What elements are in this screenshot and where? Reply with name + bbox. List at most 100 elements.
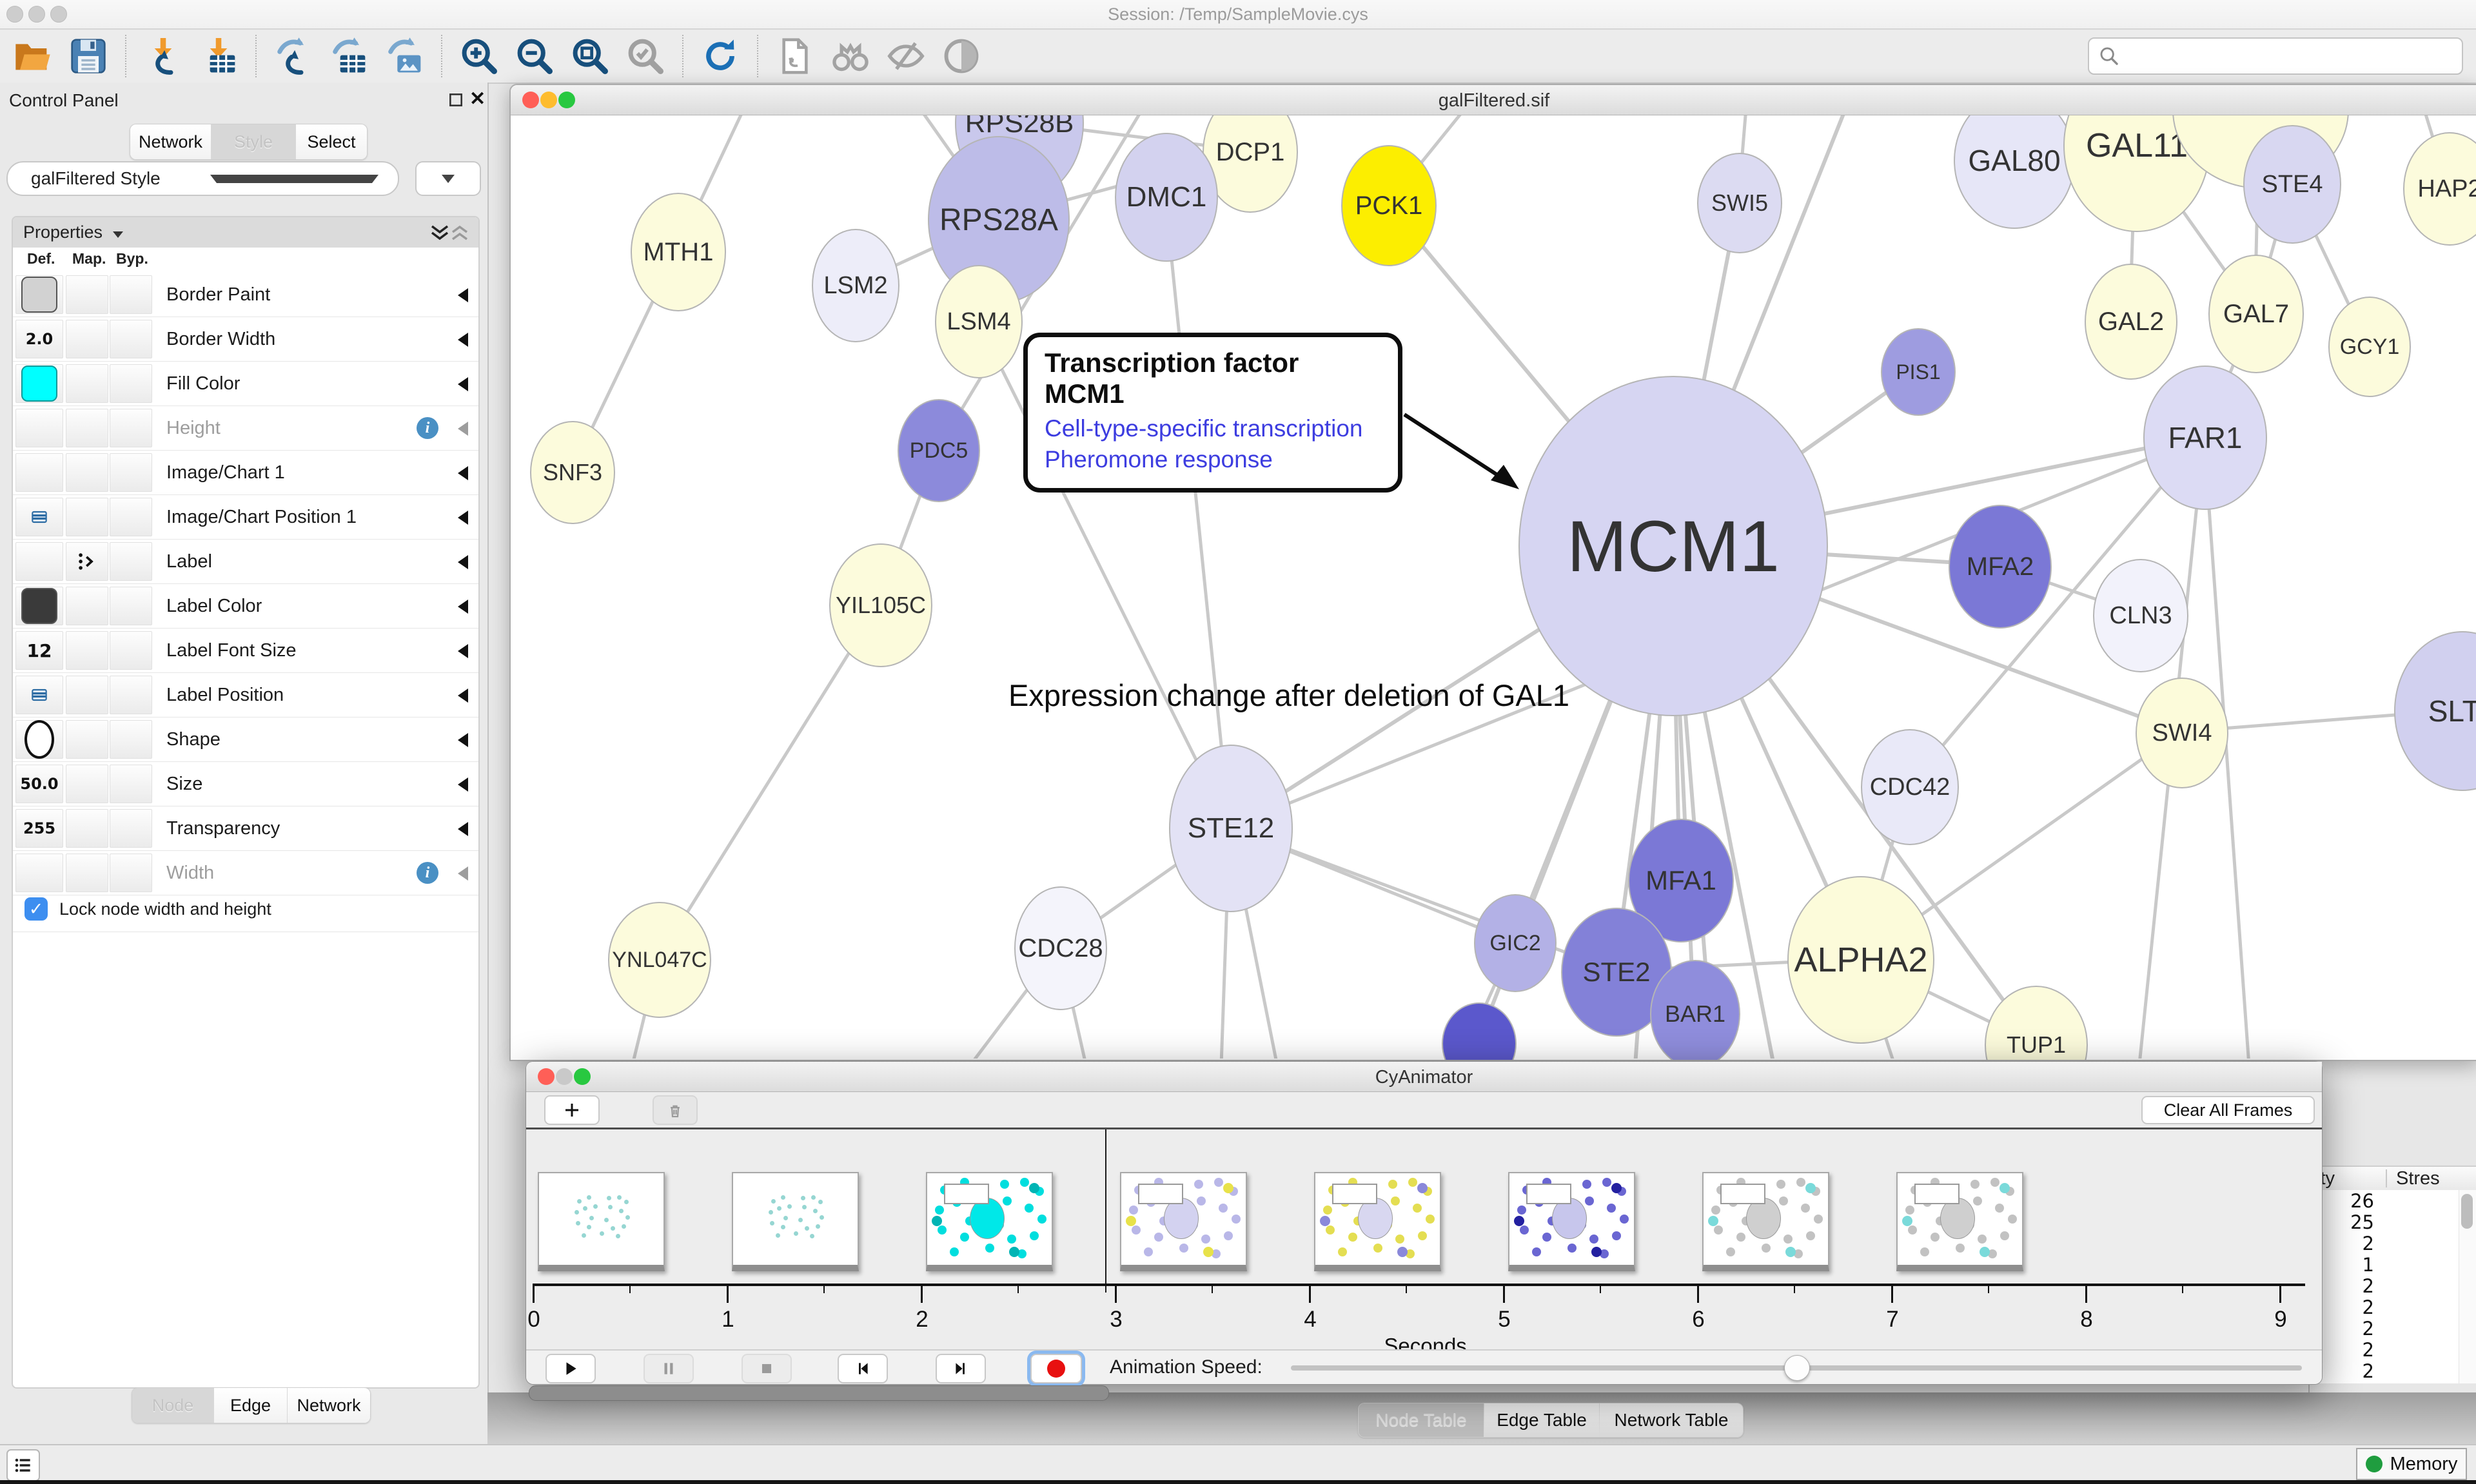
bypass-cell[interactable] [110,676,152,714]
edge[interactable] [658,604,879,959]
frame-thumbnail-4[interactable] [1120,1172,1247,1271]
node-MCM1[interactable]: MCM1 [1518,376,1828,716]
expand-arrow-icon[interactable] [458,733,468,747]
delete-frame-button[interactable] [653,1095,698,1125]
pause-button[interactable] [644,1354,694,1383]
node-FAR1[interactable]: FAR1 [2143,366,2267,510]
node-STE4[interactable]: STE4 [2243,125,2341,244]
float-panel-icon[interactable] [447,92,464,108]
mapping-cell[interactable] [66,320,108,358]
mapping-cell[interactable] [66,409,108,447]
node-DMC1[interactable]: DMC1 [1115,133,1218,262]
property-row-shape[interactable]: Shape [13,718,478,762]
node-LSM4[interactable]: LSM4 [935,265,1023,378]
node-BAR1[interactable]: BAR1 [1650,960,1740,1060]
bypass-cell[interactable] [110,364,152,403]
clear-all-frames-button[interactable]: Clear All Frames [2141,1096,2315,1124]
stop-button[interactable] [742,1354,792,1383]
play-button[interactable] [545,1354,596,1383]
frame-thumbnail-2[interactable] [732,1172,859,1271]
show-graphics-icon[interactable] [941,35,982,77]
bypass-cell[interactable] [110,542,152,581]
default-value-cell[interactable] [15,364,63,403]
tab-node-table[interactable]: Node Table [1359,1403,1484,1437]
node-CLN3[interactable]: CLN3 [2093,559,2188,672]
property-row-image-chart-1[interactable]: Image/Chart 1 [13,451,478,495]
default-value-cell[interactable] [15,275,63,314]
default-value-cell[interactable] [15,498,63,536]
import-table-icon[interactable] [198,35,239,77]
node-PDC5[interactable]: PDC5 [898,399,980,502]
expand-arrow-icon[interactable] [458,822,468,836]
mapping-cell[interactable] [66,809,108,848]
bypass-cell[interactable] [110,498,152,536]
frame-thumbnail-1[interactable] [538,1172,665,1271]
property-row-fill-color[interactable]: Fill Color [13,362,478,406]
expand-arrow-icon[interactable] [458,688,468,703]
table-row[interactable]: 25 [2310,1211,2476,1233]
mapping-cell[interactable] [66,542,108,581]
save-session-icon[interactable] [68,35,109,77]
expand-arrow-icon[interactable] [458,644,468,658]
node-YIL105C[interactable]: YIL105C [829,543,932,667]
style-options-button[interactable] [415,161,481,196]
expand-arrow-icon[interactable] [458,600,468,614]
mapping-cell[interactable] [66,453,108,492]
bypass-cell[interactable] [110,587,152,625]
annotation-link-cell-type-specific-transcription[interactable]: Cell-type-specific transcription [1045,413,1381,444]
node-SNF3[interactable]: SNF3 [530,421,615,524]
record-button[interactable] [1030,1354,1082,1383]
tab-network[interactable]: Network [288,1388,370,1423]
node-SWI4[interactable]: SWI4 [2136,678,2228,788]
export-network-icon[interactable] [273,35,314,77]
node-MTH1[interactable]: MTH1 [631,193,726,311]
expand-arrow-icon[interactable] [458,777,468,792]
expand-arrow-icon[interactable] [458,555,468,569]
table-row[interactable]: 1 [2310,1254,2476,1275]
lock-node-size-row[interactable]: ✓ Lock node width and height [13,886,478,932]
table-row[interactable]: 26 [2310,1190,2476,1211]
default-value-cell[interactable] [15,720,63,759]
mapping-cell[interactable] [66,364,108,403]
edge[interactable] [1165,196,1230,827]
horizontal-scrollbar[interactable] [529,1385,1109,1401]
bypass-cell[interactable] [110,631,152,670]
table-column-stress[interactable]: Stres [2396,1168,2440,1189]
property-row-border-width[interactable]: 2.0Border Width [13,317,478,362]
mapping-cell[interactable] [66,765,108,803]
memory-button[interactable]: Memory [2356,1448,2467,1480]
default-value-cell[interactable]: 2.0 [15,320,63,358]
animation-timeline[interactable]: 0123456789 Seconds [526,1129,2322,1351]
open-session-icon[interactable] [12,35,54,77]
table-row[interactable]: 2 [2310,1296,2476,1318]
node-PIS1[interactable]: PIS1 [1881,328,1956,416]
bypass-cell[interactable] [110,809,152,848]
property-row-size[interactable]: 50.0Size [13,762,478,806]
node-GAL7[interactable]: GAL7 [2208,255,2304,373]
property-row-image-chart-position-1[interactable]: Image/Chart Position 1 [13,495,478,540]
export-table-icon[interactable] [328,35,369,77]
node-YNL047C[interactable]: YNL047C [608,902,711,1018]
default-value-cell[interactable]: 50.0 [15,765,63,803]
zoom-selected-icon[interactable] [625,35,666,77]
default-value-cell[interactable] [15,542,63,581]
default-value-cell[interactable] [15,409,63,447]
tab-network-table[interactable]: Network Table [1600,1403,1743,1437]
bypass-cell[interactable] [110,320,152,358]
node-CDC42[interactable]: CDC42 [1861,729,1959,845]
refresh-icon[interactable] [700,35,741,77]
go-to-end-button[interactable] [936,1354,986,1383]
frame-thumbnail-5[interactable] [1314,1172,1441,1271]
canvas-caption-text[interactable]: Expression change after deletion of GAL1 [1008,678,1569,713]
node-LSM2[interactable]: LSM2 [812,229,899,342]
properties-header[interactable]: Properties [13,217,478,248]
mapping-cell[interactable] [66,720,108,759]
node-SWI5[interactable]: SWI5 [1697,153,1782,253]
search-box[interactable] [2088,37,2463,75]
import-network-icon[interactable] [142,35,184,77]
lock-checkbox[interactable]: ✓ [25,897,48,921]
bypass-cell[interactable] [110,275,152,314]
table-body[interactable]: 26252122222 [2310,1190,2476,1383]
expand-arrow-icon[interactable] [458,466,468,480]
bypass-cell[interactable] [110,720,152,759]
